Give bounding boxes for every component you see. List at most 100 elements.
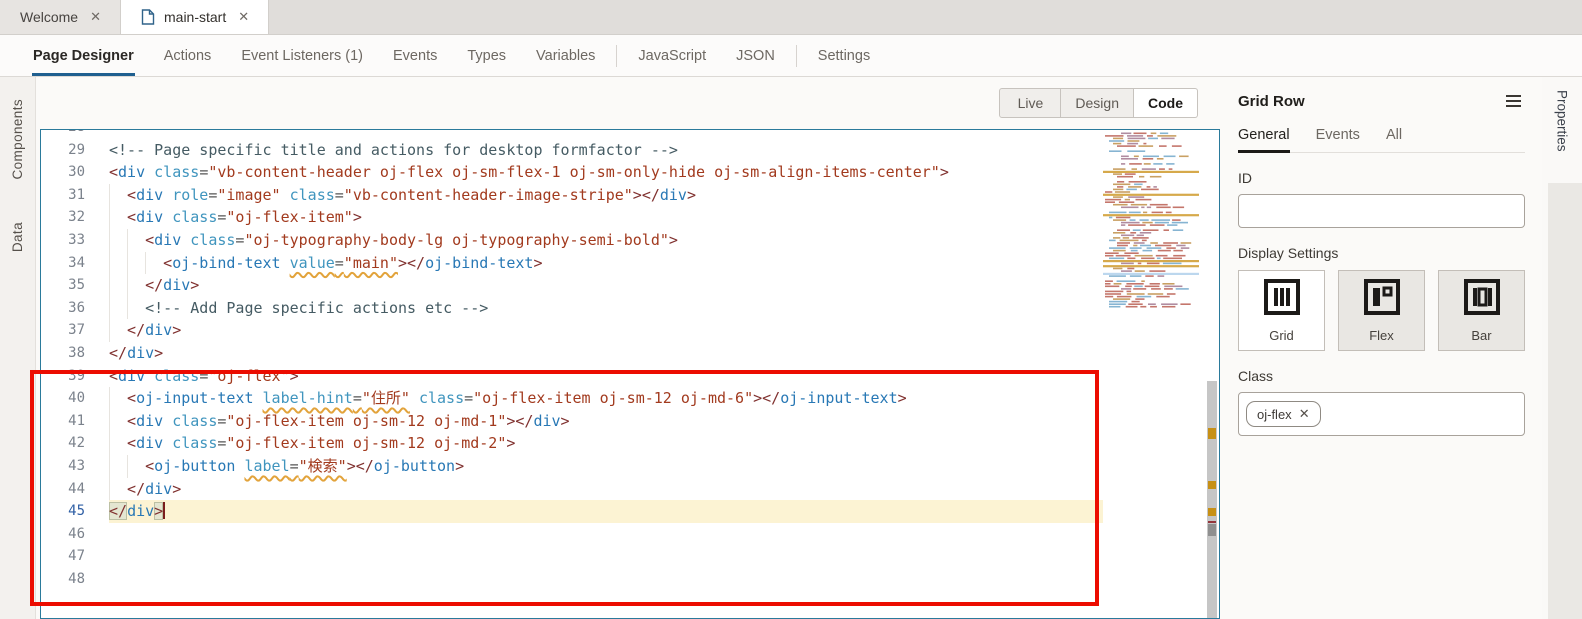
nav-divider — [616, 45, 617, 67]
warning-marker — [1208, 508, 1216, 516]
nav-item-events[interactable]: Events — [378, 35, 452, 76]
indent-guide — [127, 455, 128, 478]
code-token: < — [145, 457, 154, 475]
code-token: div — [118, 367, 145, 385]
grid-layout-icon — [1263, 278, 1301, 321]
code-line-39[interactable]: 39<div class="oj-flex"> — [41, 365, 1103, 388]
nav-item-page-designer[interactable]: Page Designer — [18, 35, 149, 76]
code-line-45[interactable]: 45</div> — [41, 500, 1103, 523]
code-token: > — [561, 412, 570, 430]
file-tab-main-start[interactable]: main-start✕ — [121, 0, 269, 34]
editor-toolbar: LiveDesignCode — [36, 77, 1220, 129]
code-line-40[interactable]: 40<oj-input-text label-hint="住所" class="… — [41, 387, 1103, 410]
chip-remove-icon[interactable]: ✕ — [1299, 406, 1310, 422]
code-line-35[interactable]: 35</div> — [41, 274, 1103, 297]
indent-guide — [127, 229, 128, 252]
display-option-grid[interactable]: Grid — [1238, 270, 1325, 351]
code-line-28[interactable]: 28 — [41, 129, 1103, 139]
file-tab-Welcome[interactable]: Welcome ✕ — [0, 0, 121, 34]
code-token — [163, 208, 172, 226]
nav-item-event-listeners-1-[interactable]: Event Listeners (1) — [226, 35, 378, 76]
code-token: class — [154, 367, 199, 385]
code-line-42[interactable]: 42<div class="oj-flex-item oj-sm-12 oj-m… — [41, 432, 1103, 455]
line-number: 40 — [41, 387, 109, 410]
code-line-34[interactable]: 34<oj-bind-text value="main"></oj-bind-t… — [41, 252, 1103, 275]
nav-item-settings[interactable]: Settings — [803, 35, 885, 76]
id-input[interactable] — [1238, 194, 1525, 228]
code-token: > — [669, 231, 678, 249]
code-line-43[interactable]: 43<oj-button label="検索"></oj-button> — [41, 455, 1103, 478]
code-lines[interactable]: 2829<!-- Page specific title and actions… — [41, 129, 1103, 618]
code-token: < — [145, 231, 154, 249]
code-line-36[interactable]: 36<!-- Add Page specific actions etc --> — [41, 297, 1103, 320]
close-icon[interactable]: ✕ — [235, 7, 252, 27]
minimap[interactable] — [1103, 130, 1205, 618]
properties-tab-general[interactable]: General — [1238, 127, 1290, 152]
view-mode-design[interactable]: Design — [1061, 88, 1134, 118]
properties-tab-events[interactable]: Events — [1316, 127, 1360, 152]
code-line-48[interactable]: 48 — [41, 568, 1103, 591]
code-line-44[interactable]: 44</div> — [41, 478, 1103, 501]
overview-scrollbar[interactable] — [1205, 130, 1219, 618]
scroll-handle[interactable] — [1208, 524, 1216, 536]
properties-tab-all[interactable]: All — [1386, 127, 1402, 152]
nav-item-javascript[interactable]: JavaScript — [623, 35, 721, 76]
display-option-bar[interactable]: Bar — [1438, 270, 1525, 351]
file-tab-strip: Welcome✕main-start✕ — [0, 0, 1582, 35]
code-token: class — [172, 208, 217, 226]
display-option-flex[interactable]: Flex — [1338, 270, 1425, 351]
rail-tab-data[interactable]: Data — [10, 222, 25, 252]
code-token: < — [127, 208, 136, 226]
line-number: 36 — [41, 297, 109, 320]
class-input[interactable]: oj-flex ✕ — [1238, 392, 1525, 436]
display-settings-label: Display Settings — [1238, 245, 1525, 261]
code-token: > — [455, 457, 464, 475]
code-line-33[interactable]: 33<div class="oj-typography-body-lg oj-t… — [41, 229, 1103, 252]
code-line-31[interactable]: 31<div role="image" class="vb-content-he… — [41, 184, 1103, 207]
code-token: value — [290, 254, 335, 272]
code-line-38[interactable]: 38</div> — [41, 342, 1103, 365]
view-mode-code[interactable]: Code — [1134, 88, 1198, 118]
indent-guide — [109, 478, 110, 501]
code-line-32[interactable]: 32<div class="oj-flex-item"> — [41, 206, 1103, 229]
code-token: "oj-flex-item oj-sm-12 oj-md-2" — [226, 434, 506, 452]
code-token: > — [172, 480, 181, 498]
properties-tabs: General Events All — [1238, 127, 1525, 153]
code-line-29[interactable]: 29<!-- Page specific title and actions f… — [41, 139, 1103, 162]
code-token: label — [244, 457, 289, 475]
view-mode-live[interactable]: Live — [999, 88, 1061, 118]
line-number: 43 — [41, 455, 109, 478]
code-token: > — [190, 276, 199, 294]
nav-item-json[interactable]: JSON — [721, 35, 790, 76]
class-chip-oj-flex: oj-flex ✕ — [1246, 401, 1321, 427]
close-icon[interactable]: ✕ — [87, 7, 104, 27]
code-line-47[interactable]: 47 — [41, 545, 1103, 568]
indent-guide — [109, 319, 110, 342]
code-line-37[interactable]: 37</div> — [41, 319, 1103, 342]
nav-item-types[interactable]: Types — [452, 35, 521, 76]
line-content: <!-- Add Page specific actions etc --> — [109, 297, 1103, 320]
line-content: <div class="oj-flex-item oj-sm-12 oj-md-… — [109, 432, 1103, 455]
code-editor[interactable]: 2829<!-- Page specific title and actions… — [40, 129, 1220, 619]
line-content — [109, 129, 1103, 139]
line-number: 44 — [41, 478, 109, 501]
line-content: </div> — [109, 342, 1103, 365]
file-tab-label: Welcome — [20, 9, 78, 25]
code-token — [410, 389, 419, 407]
code-line-41[interactable]: 41<div class="oj-flex-item oj-sm-12 oj-m… — [41, 410, 1103, 433]
code-line-30[interactable]: 30<div class="vb-content-header oj-flex … — [41, 161, 1103, 184]
menu-icon[interactable] — [1502, 91, 1525, 111]
code-token: < — [127, 412, 136, 430]
code-line-46[interactable]: 46 — [41, 523, 1103, 546]
properties-rail-tab[interactable]: Properties — [1555, 90, 1570, 152]
scrollbar-thumb[interactable] — [1207, 381, 1217, 619]
nav-item-actions[interactable]: Actions — [149, 35, 227, 76]
chip-label: oj-flex — [1257, 407, 1292, 422]
right-rail-scroll-track[interactable] — [1548, 183, 1582, 619]
rail-tab-components[interactable]: Components — [10, 99, 25, 180]
display-option-label: Bar — [1471, 328, 1491, 343]
nav-item-variables[interactable]: Variables — [521, 35, 610, 76]
line-number: 46 — [41, 523, 109, 546]
code-token: class — [290, 186, 335, 204]
code-token: < — [109, 367, 118, 385]
